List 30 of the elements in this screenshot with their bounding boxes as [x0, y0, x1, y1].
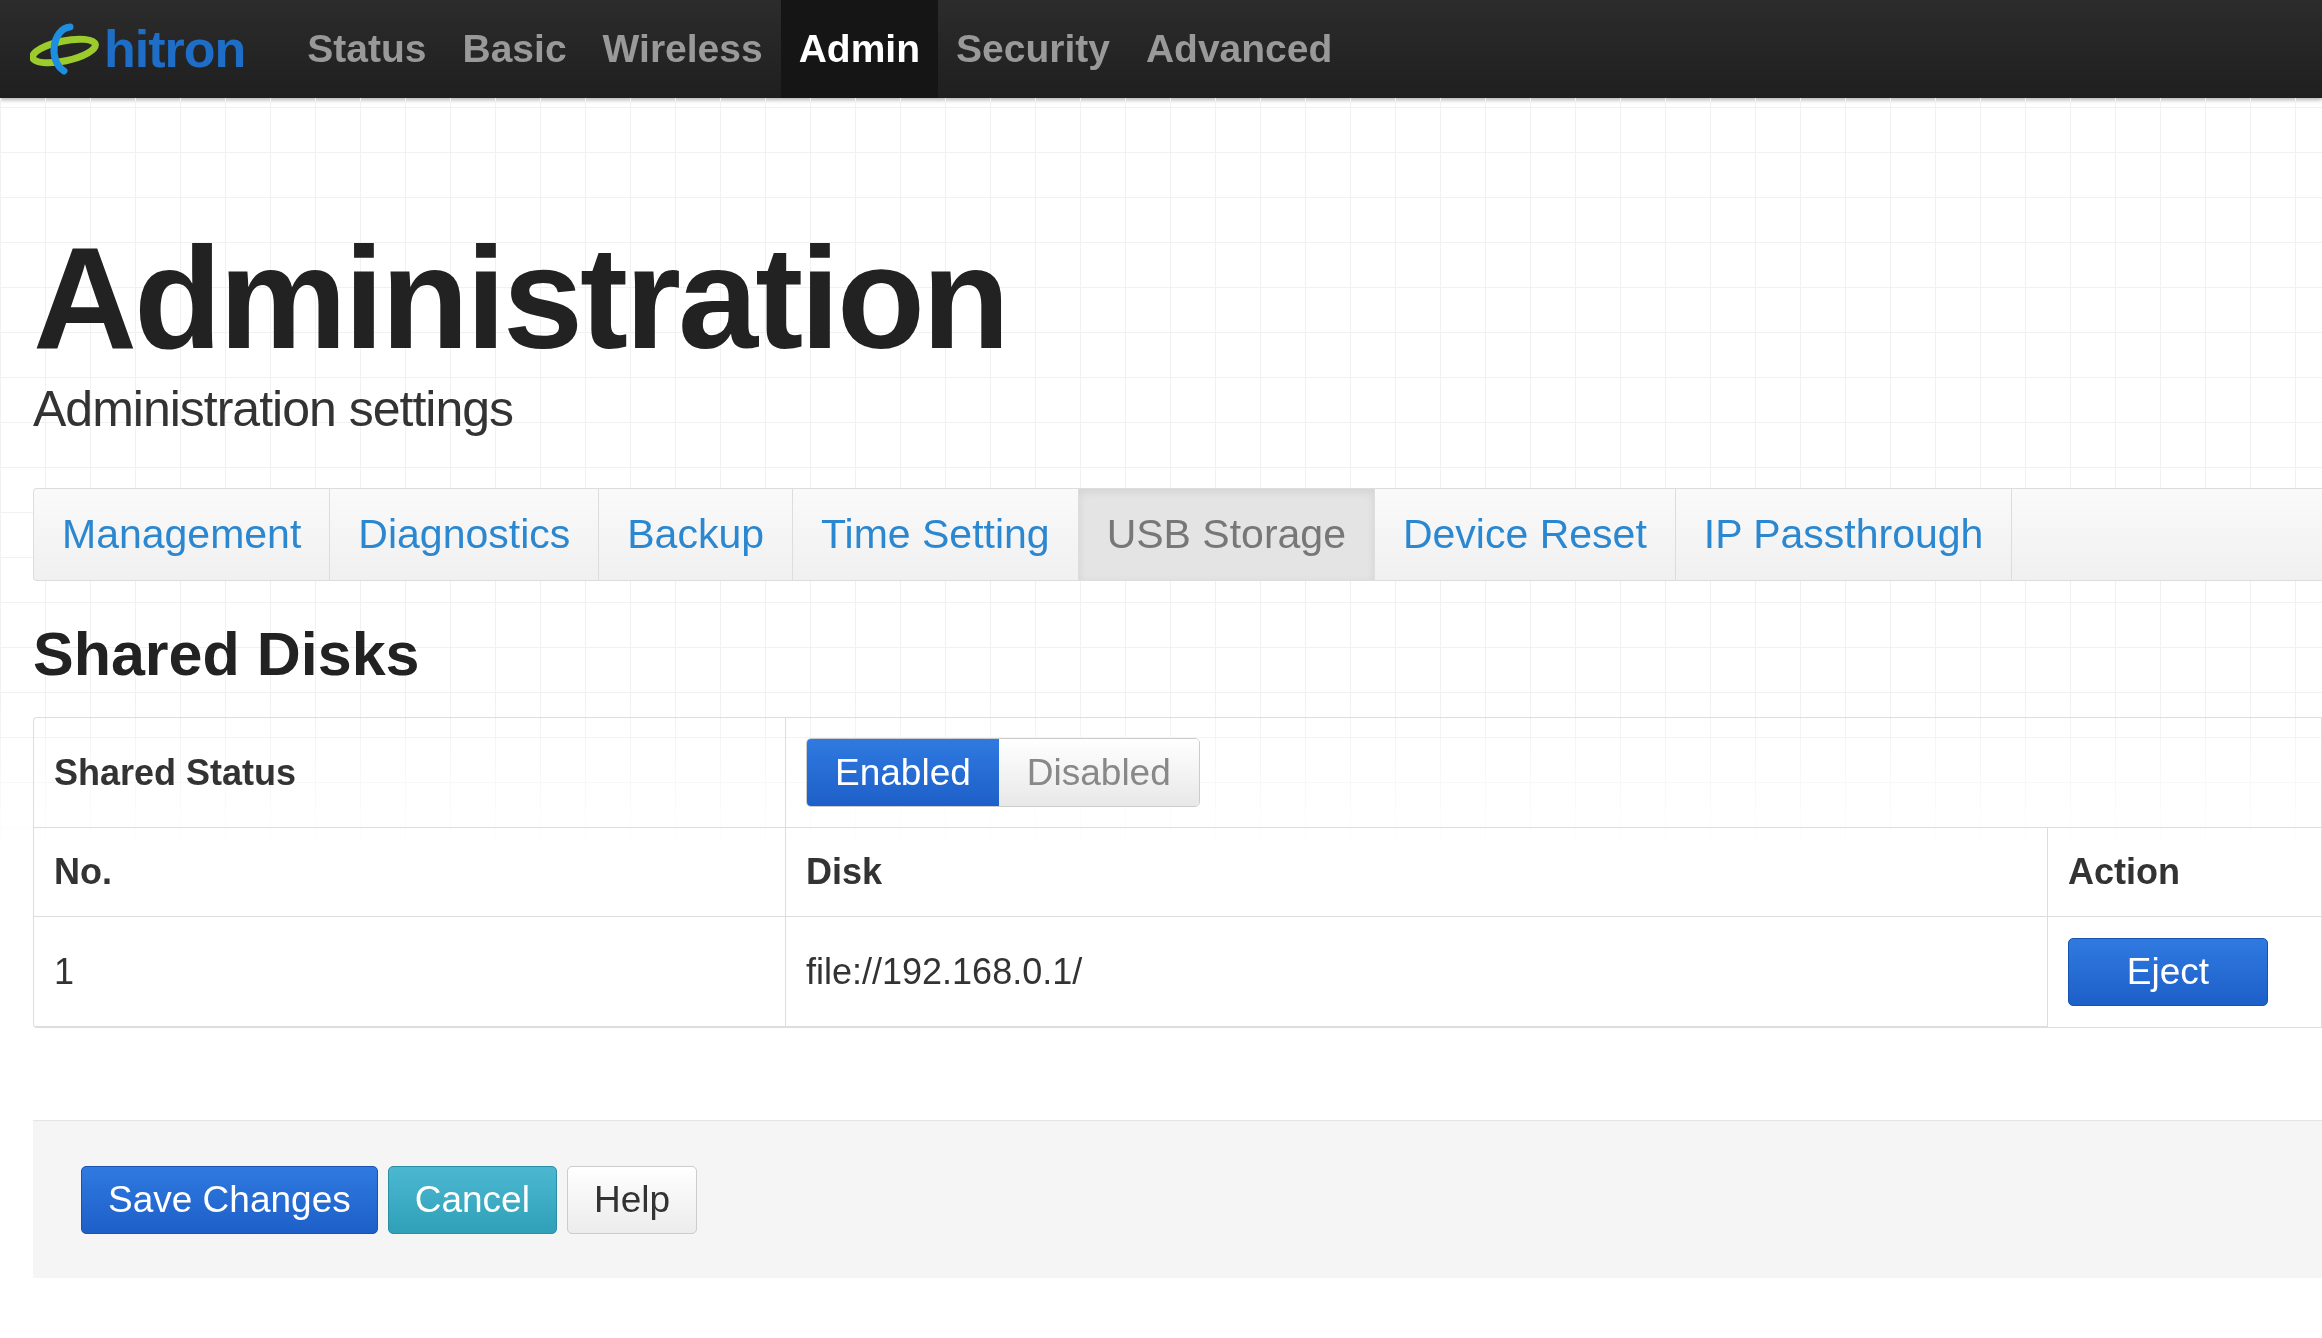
logo-icon	[30, 21, 102, 77]
eject-button[interactable]: Eject	[2068, 938, 2268, 1007]
tab[interactable]: Device Reset	[1374, 489, 1676, 581]
section-title: Shared Disks	[33, 619, 421, 690]
row-label: Shared Status	[54, 751, 297, 794]
logo-text: hitron	[104, 19, 246, 79]
page-subtitle: Administration settings	[33, 380, 514, 439]
table-cell: file://192.168.0.1/	[806, 950, 1083, 993]
toggle-option[interactable]: Enabled	[807, 739, 999, 807]
toggle-option[interactable]: Disabled	[998, 739, 1199, 807]
form-button[interactable]: Help	[566, 1165, 698, 1234]
tab[interactable]: Time Setting	[793, 489, 1079, 581]
nav-item[interactable]: Admin	[780, 0, 938, 98]
nav-item[interactable]: Basic	[444, 0, 585, 98]
column-header: Disk	[806, 851, 883, 894]
column-header: Action	[2068, 851, 2180, 894]
nav-item[interactable]: Wireless	[584, 0, 781, 98]
column-header: No.	[54, 851, 112, 894]
form-button[interactable]: Cancel	[387, 1165, 557, 1234]
tab[interactable]: Backup	[599, 489, 794, 581]
form-button[interactable]: Save Changes	[81, 1165, 378, 1234]
tab[interactable]: Management	[34, 489, 331, 581]
nav-item[interactable]: Status	[289, 0, 445, 98]
table-cell: 1	[54, 950, 75, 993]
tab[interactable]: Diagnostics	[330, 489, 600, 581]
tab[interactable]: IP Passthrough	[1675, 489, 2013, 581]
nav-item[interactable]: Advanced	[1127, 0, 1351, 98]
nav-item[interactable]: Security	[938, 0, 1128, 98]
tab[interactable]: USB Storage	[1078, 489, 1375, 581]
page-title: Administration	[33, 217, 1008, 375]
